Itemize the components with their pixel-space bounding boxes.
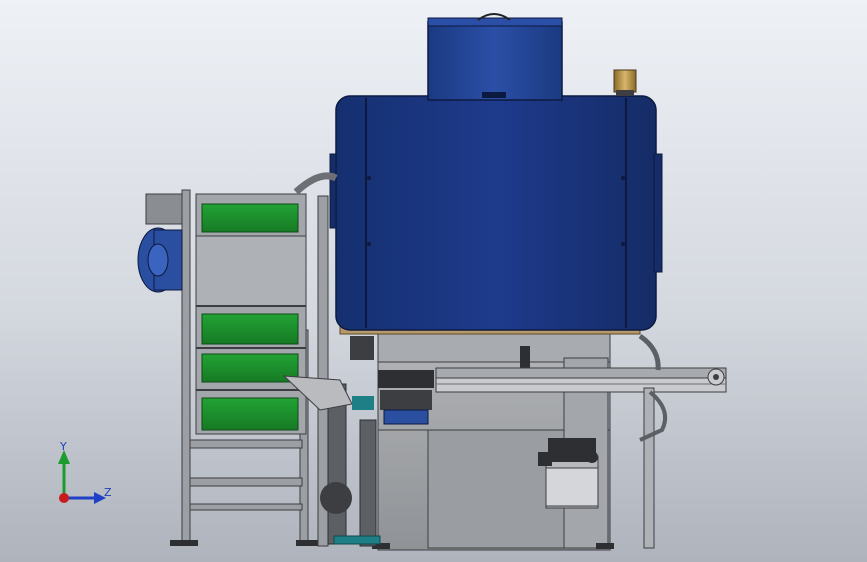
cad-viewport[interactable]: Y Z — [0, 0, 867, 562]
y-axis-label: Y — [60, 440, 67, 453]
z-axis-label: Z — [104, 486, 112, 499]
feed-conveyor — [170, 189, 324, 546]
top-tank — [427, 13, 563, 101]
machine-model[interactable] — [0, 0, 867, 562]
brass-fitting — [613, 69, 637, 96]
x-axis-origin — [59, 493, 69, 503]
blue-hopper — [329, 95, 663, 331]
axis-triad-graphic — [58, 450, 106, 504]
drive-motor — [137, 193, 183, 293]
axis-triad: Y Z — [48, 440, 120, 510]
